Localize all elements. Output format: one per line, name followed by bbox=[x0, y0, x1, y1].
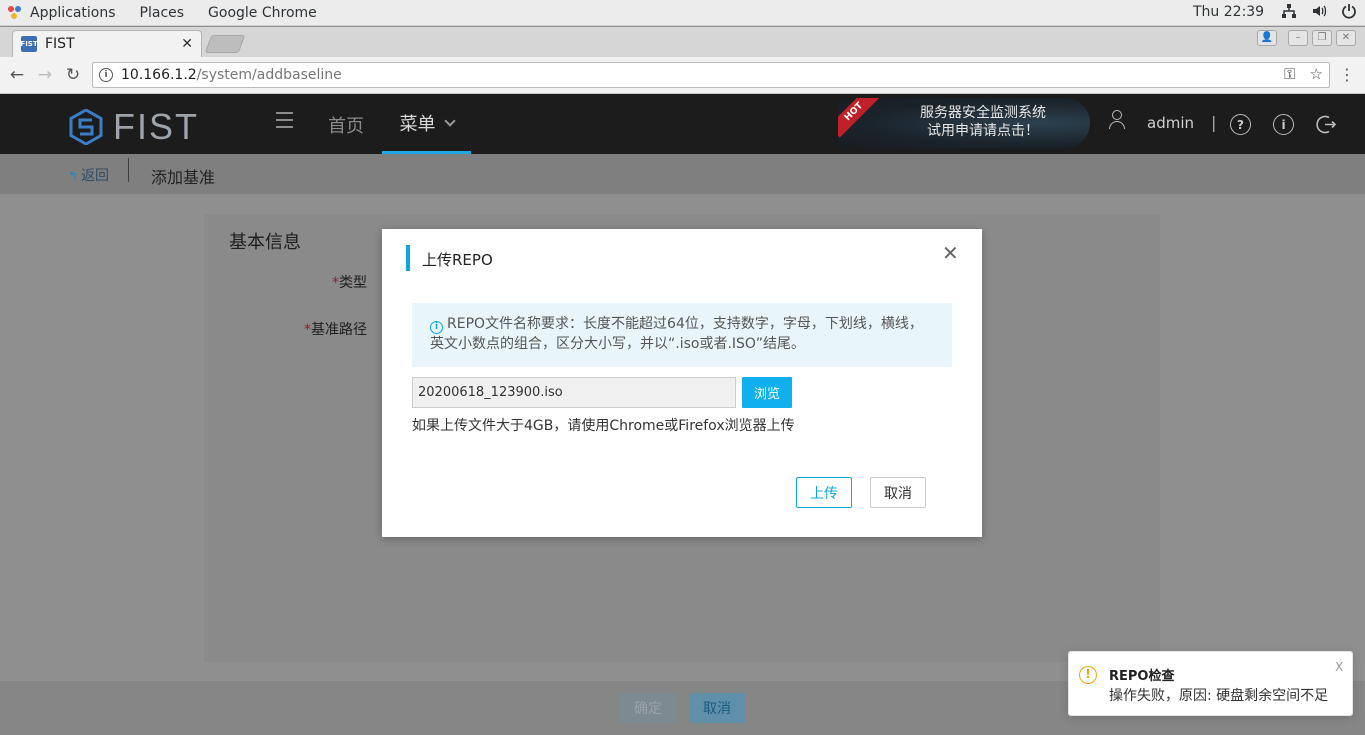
browser-tab-strip: FIST FIST ✕ bbox=[0, 27, 1365, 57]
window-profile-control[interactable]: 👤 bbox=[1257, 30, 1277, 46]
back-arrow-icon[interactable]: ← bbox=[7, 65, 27, 85]
chrome-menu-icon[interactable]: ⋮ bbox=[1339, 65, 1355, 84]
fist-logo[interactable]: FIST bbox=[69, 106, 199, 148]
applications-icon[interactable] bbox=[8, 5, 22, 20]
nav-home[interactable]: 首页 bbox=[328, 112, 364, 138]
app-header: FIST 首页 菜单 HOT 服务器安全监测系统 试用申请请点击！ admin … bbox=[0, 94, 1365, 154]
warning-icon: ! bbox=[1079, 666, 1097, 684]
filename-requirements-notice: i REPO文件名称要求：长度不能超过64位，支持数字，字母，下划线，横线，英文小… bbox=[412, 303, 952, 367]
file-path-input[interactable] bbox=[412, 377, 736, 408]
bookmark-star-icon[interactable]: ☆ bbox=[1310, 65, 1323, 83]
user-icon[interactable] bbox=[1108, 110, 1126, 130]
nav-menu[interactable]: 菜单 bbox=[382, 94, 471, 154]
promo-line-2: 试用申请请点击！ bbox=[927, 123, 1039, 139]
dialog-title: 上传REPO bbox=[422, 251, 493, 269]
hamburger-menu-icon[interactable] bbox=[276, 112, 293, 128]
url-path: /system/addbaseline bbox=[196, 67, 342, 83]
browser-tab[interactable]: FIST FIST ✕ bbox=[12, 30, 202, 57]
logo-hexagon-icon bbox=[69, 109, 103, 145]
volume-icon[interactable] bbox=[1311, 3, 1327, 21]
network-icon[interactable] bbox=[1281, 3, 1297, 21]
browser-toolbar: ← → ↻ i 10.166.1.2 /system/addbaseline ⚿… bbox=[0, 57, 1365, 94]
section-title: 基本信息 bbox=[229, 232, 301, 253]
toast-message: 操作失败，原因: 硬盘剩余空间不足 bbox=[1109, 688, 1329, 704]
type-label: *类型 bbox=[332, 275, 367, 291]
title-accent-bar bbox=[406, 245, 410, 271]
applications-menu[interactable]: Applications bbox=[30, 5, 116, 21]
back-label: 返回 bbox=[81, 168, 110, 184]
back-link[interactable]: ↰ 返回 bbox=[68, 165, 109, 185]
error-toast: ! REPO检查 操作失败，原因: 硬盘剩余空间不足 X bbox=[1068, 651, 1353, 716]
help-icon[interactable]: ? bbox=[1230, 114, 1251, 135]
notice-text: REPO文件名称要求：长度不能超过64位，支持数字，字母，下划线，横线，英文小数… bbox=[430, 316, 923, 352]
confirm-button[interactable]: 确定 bbox=[620, 693, 676, 723]
cancel-button[interactable]: 取消 bbox=[870, 477, 926, 508]
places-menu[interactable]: Places bbox=[140, 5, 185, 21]
close-icon[interactable]: ✕ bbox=[942, 243, 959, 263]
back-arrow-icon: ↰ bbox=[68, 169, 79, 183]
page-title: 添加基准 bbox=[151, 168, 216, 187]
reload-icon[interactable]: ↻ bbox=[63, 65, 83, 85]
large-file-hint: 如果上传文件大于4GB，请使用Chrome或Firefox浏览器上传 bbox=[412, 418, 795, 434]
toast-close-button[interactable]: X bbox=[1335, 660, 1343, 674]
clock[interactable]: Thu 22:39 bbox=[1193, 4, 1264, 20]
restore-icon[interactable]: ❐ bbox=[1312, 30, 1332, 46]
username[interactable]: admin bbox=[1147, 114, 1194, 132]
key-icon[interactable]: ⚿ bbox=[1284, 65, 1295, 83]
nav-menu-label: 菜单 bbox=[399, 113, 436, 135]
logo-text: FIST bbox=[113, 106, 199, 147]
tab-title: FIST bbox=[45, 36, 75, 52]
site-info-icon[interactable]: i bbox=[99, 68, 113, 82]
system-tray[interactable] bbox=[1281, 3, 1357, 21]
active-app-menu[interactable]: Google Chrome bbox=[208, 5, 317, 21]
form-cancel-button[interactable]: 取消 bbox=[689, 693, 745, 723]
forward-arrow-icon[interactable]: → bbox=[35, 65, 55, 85]
page-subheader: ↰ 返回 添加基准 bbox=[0, 154, 1365, 194]
logout-icon[interactable] bbox=[1316, 114, 1337, 135]
info-circle-icon: i bbox=[430, 321, 443, 334]
browse-button[interactable]: 浏览 bbox=[742, 377, 792, 408]
promo-line-1: 服务器安全监测系统 bbox=[920, 105, 1046, 121]
upload-button[interactable]: 上传 bbox=[796, 477, 852, 508]
close-window-icon[interactable]: ✕ bbox=[1336, 30, 1356, 46]
new-tab-button[interactable] bbox=[204, 35, 246, 53]
subheader-divider bbox=[128, 158, 129, 182]
upload-repo-dialog: 上传REPO ✕ i REPO文件名称要求：长度不能超过64位，支持数字，字母，下… bbox=[382, 229, 982, 537]
favicon-icon: FIST bbox=[20, 36, 38, 52]
promo-banner[interactable]: HOT 服务器安全监测系统 试用申请请点击！ bbox=[838, 98, 1090, 148]
path-label: *基准路径 bbox=[304, 322, 367, 338]
minimize-icon[interactable]: – bbox=[1288, 30, 1308, 46]
toast-title: REPO检查 bbox=[1109, 669, 1175, 684]
url-host: 10.166.1.2 bbox=[121, 67, 197, 83]
address-bar[interactable]: i 10.166.1.2 /system/addbaseline ⚿ ☆ bbox=[92, 62, 1330, 88]
header-divider: | bbox=[1211, 113, 1217, 132]
tab-close-icon[interactable]: ✕ bbox=[181, 36, 193, 52]
gnome-top-bar: Applications Places Google Chrome Thu 22… bbox=[0, 0, 1365, 26]
chevron-down-icon bbox=[443, 114, 456, 127]
hot-badge: HOT bbox=[838, 98, 880, 138]
window-controls: – ❐ ✕ bbox=[1288, 30, 1356, 46]
power-icon[interactable] bbox=[1341, 3, 1357, 21]
profile-icon[interactable]: 👤 bbox=[1257, 30, 1277, 46]
info-icon[interactable]: i bbox=[1273, 114, 1294, 135]
